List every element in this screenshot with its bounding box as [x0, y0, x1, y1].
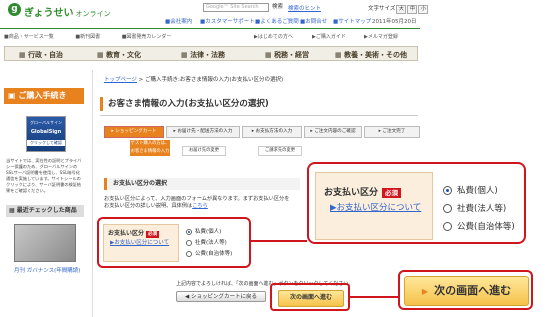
zoom-required-badge: 必須 [382, 187, 402, 198]
next-connector [350, 296, 398, 298]
next-button-highlight: 次の画面へ進む [270, 283, 350, 311]
logo-mark[interactable]: g [8, 3, 21, 16]
payment-options: 私費(個人) 社費(法人等) 公費(自治体等) [180, 224, 246, 262]
logo-text: ぎょうせい [24, 8, 74, 19]
payment-about-link[interactable]: ▶お支払い区分について [110, 238, 169, 246]
util-link-sitemap[interactable]: ■サイトマップ [333, 17, 371, 25]
step-sub-billing: ご請求先の変更 [258, 146, 302, 156]
arrow-right-icon: ▶ [421, 287, 429, 296]
ssl-description: 当サイトでは、実在性の証明とプライバシー保護のため、グローバルサインのSSLサー… [6, 158, 82, 193]
current-date: 2011年05月20日 [372, 19, 417, 25]
payment-option-private[interactable]: 私費(個人) [186, 227, 221, 235]
zoom-option-corporate[interactable]: 社費(法人等) [443, 202, 506, 214]
breadcrumb: トップページ > ご購入手続き:お客さま情報の入力(お支払い区分の選択) [104, 77, 284, 83]
sidebar-title: ▣ ご購入手続き [4, 88, 84, 104]
category-law[interactable]: ▦ 法律・法務 [181, 50, 225, 60]
zoom-payment-label: お支払い区分 [324, 188, 379, 198]
util-link-faq[interactable]: ■よくあるご質問 [255, 17, 299, 25]
progress-steps: ▸ ショッピングカート ▸ お届け先・配送方法の入力 ▸ お支払方法の入力 ▸ … [104, 126, 420, 138]
seal-title: グローバルサイン [30, 120, 62, 125]
zoom-radio-icon[interactable] [443, 204, 452, 213]
ssl-seal-badge[interactable]: グローバルサイン GlobalSign クリックして確認 [26, 116, 66, 152]
category-gov[interactable]: ▦ 行政・自治 [19, 50, 63, 60]
recent-item-link[interactable]: 月刊 ガバナンス(年間購読) [14, 266, 80, 274]
zoom-option-public[interactable]: 公費(自治体等) [443, 220, 515, 232]
required-badge: 必須 [146, 231, 160, 238]
seal-note: クリックして確認 [27, 140, 65, 146]
step-confirm: ▸ ご注文内容のご確認 [304, 126, 362, 138]
payment-label: お支払い区分 [108, 230, 145, 237]
util-link-contact[interactable]: ■お問合せ [300, 17, 327, 25]
recent-items-title: ▦ 最近チェックした商品 [6, 205, 84, 217]
zoom-label-cell: お支払い区分 必須 ▶お支払い区分について [315, 172, 433, 240]
search-button[interactable]: 検索 [272, 3, 286, 12]
radio-icon[interactable] [186, 239, 192, 246]
payment-label-cell: お支払い区分 必須 ▶お支払い区分について [103, 224, 179, 262]
radio-icon[interactable] [186, 250, 192, 257]
section-description: お支払い区分によって、入力画面のフォームが異なります。まずお支払い区分を お支払い… [104, 196, 290, 209]
util-link-support[interactable]: ■カスタマーサポート [200, 17, 255, 25]
header-divider [0, 28, 420, 29]
description-link[interactable]: こちら [192, 203, 208, 209]
font-size-medium-button[interactable]: 中 [407, 5, 418, 14]
step-cart: ▸ ショッピングカート [104, 126, 164, 138]
font-size-large-button[interactable]: 大 [396, 5, 407, 14]
payment-option-public[interactable]: 公費(自治体等) [186, 249, 232, 257]
util-link-company[interactable]: ■会社案内 [165, 17, 192, 25]
subnav-calendar[interactable]: ■図書発売カレンダー [122, 34, 182, 40]
subnav-newsletter[interactable]: ▶メルマガ登録 [364, 33, 408, 40]
subnav-products[interactable]: ■商品・サービス一覧 [4, 34, 64, 40]
step-delivery: ▸ お届け先・配送方法の入力 [166, 126, 240, 138]
subnav-new-books[interactable]: ■新刊図書 [75, 34, 110, 40]
zoom-next-button[interactable]: ▶ 次の画面へ進む [404, 276, 529, 306]
category-education[interactable]: ▦ 教育・文化 [97, 50, 141, 60]
zoom-payment-about-link[interactable]: ▶お支払い区分について [330, 201, 421, 213]
payment-zoom-callout: お支払い区分 必須 ▶お支払い区分について 私費(個人) 社費(法人等) 公費(自… [307, 162, 526, 244]
radio-selected-icon[interactable] [186, 228, 192, 235]
breadcrumb-home[interactable]: トップページ [104, 77, 137, 83]
breadcrumb-current: ご購入手続き:お客さま情報の入力(お支払い区分の選択) [145, 77, 284, 83]
font-size-control: 文字サイズ大中小 [368, 4, 429, 14]
zoom-radio-selected-icon[interactable] [443, 186, 452, 195]
next-button[interactable]: 次の画面へ進む [278, 290, 344, 307]
payment-option-corporate[interactable]: 社費(法人等) [186, 238, 227, 246]
font-size-small-button[interactable]: 小 [418, 5, 429, 14]
zoom-radio-icon[interactable] [443, 222, 452, 231]
subnav-first-time[interactable]: ▶はじめての方へ [254, 33, 303, 40]
step-active-note: ゲスト購入の方は、お客さま情報の入力 [130, 140, 170, 156]
category-navigation: ▦ 行政・自治 ▦ 教育・文化 ▦ 法律・法務 ▦ 税務・経営 ▦ 教養・美術・… [4, 46, 418, 61]
subnav-guide[interactable]: ▶ご購入ガイド [312, 33, 356, 40]
step-complete: ▸ ご注文完了 [364, 126, 420, 138]
zoom-option-private[interactable]: 私費(個人) [443, 184, 498, 196]
step-sub-delivery: お届け先の変更 [182, 146, 226, 156]
zoom-payment-options: 私費(個人) 社費(法人等) 公費(自治体等) [437, 172, 521, 238]
seal-brand: GlobalSign [30, 129, 62, 135]
search-hint-link[interactable]: 検索のヒント [288, 4, 321, 12]
next-zoom-callout: ▶ 次の画面へ進む [398, 270, 533, 310]
font-size-label: 文字サイズ [368, 6, 396, 12]
zoom-connector [251, 240, 307, 242]
category-tax[interactable]: ▦ 税務・経営 [265, 50, 309, 60]
step-payment: ▸ お支払方法の入力 [242, 126, 302, 138]
logo[interactable]: ぎょうせい オンライン [24, 4, 111, 19]
search-input[interactable]: Google™ Site Search [203, 3, 269, 12]
sub-navigation: ■商品・サービス一覧 ■新刊図書 ■図書発売カレンダー ▶はじめての方へ ▶ご購… [4, 33, 418, 43]
recent-item-thumbnail[interactable] [14, 224, 76, 262]
category-culture[interactable]: ▦ 教養・美術・その他 [335, 50, 407, 60]
back-to-cart-button[interactable]: ◀ ショッピングカートに戻る [176, 291, 266, 302]
column-divider [92, 70, 93, 317]
section-title: お支払い区分の選択 [104, 178, 300, 190]
page-title: お客さま情報の入力(お支払い区分の選択) [100, 94, 418, 116]
logo-sub: オンライン [75, 10, 111, 18]
